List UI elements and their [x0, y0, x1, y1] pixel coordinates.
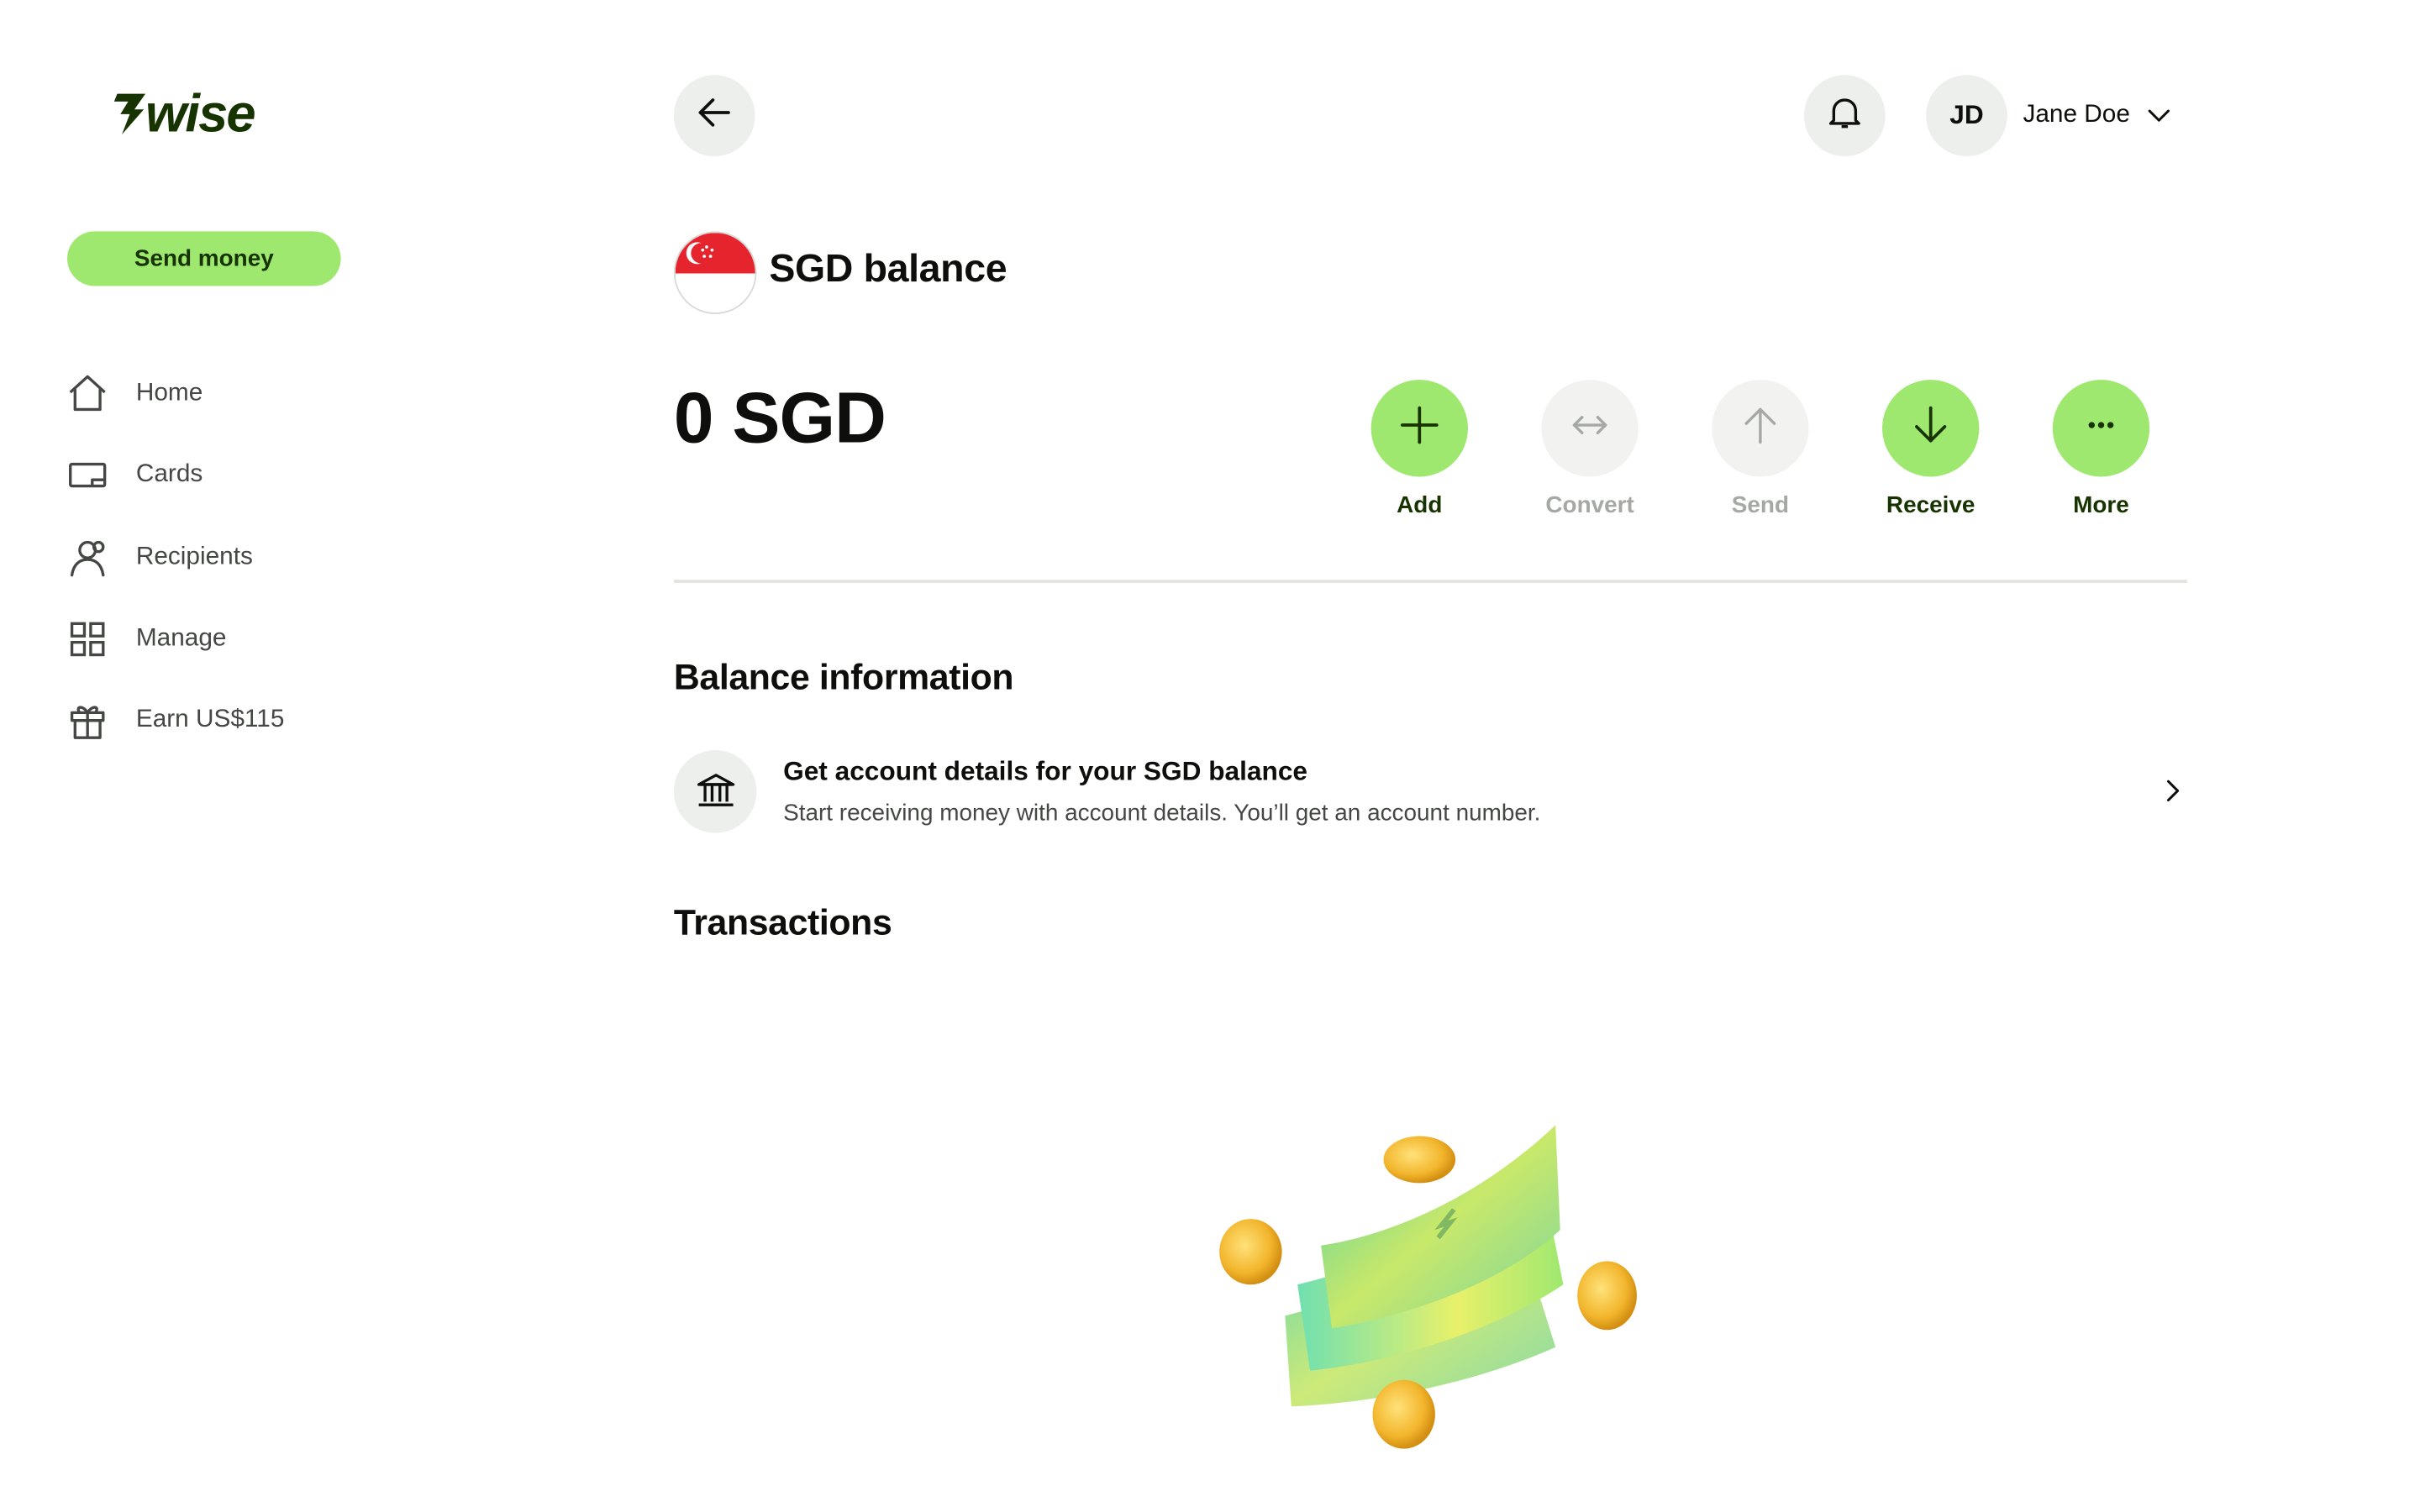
- bank-icon: [673, 749, 757, 832]
- profile-menu[interactable]: JD Jane Doe: [1926, 75, 2170, 157]
- arrow-up-icon: [1739, 402, 1782, 454]
- action-label: More: [2073, 492, 2129, 519]
- balance-actions: Add Convert Send Receive More: [1370, 380, 2150, 519]
- sidebar-item-label: Home: [135, 380, 203, 407]
- action-label: Convert: [1545, 492, 1634, 519]
- sidebar-item-label: Cards: [135, 461, 203, 489]
- sidebar-item-home[interactable]: Home: [67, 363, 380, 425]
- balance-amount: 0 SGD: [673, 376, 886, 459]
- logo-wordmark: wise: [145, 87, 255, 140]
- account-details-subtext: Start receiving money with account detai…: [783, 799, 1541, 827]
- add-button-circle[interactable]: [1370, 380, 1468, 477]
- chevron-down-icon: [2145, 103, 2170, 129]
- send-button-circle[interactable]: [1712, 380, 1809, 477]
- card-icon: [67, 454, 111, 497]
- account-details-row[interactable]: Get account details for your SGD balance…: [673, 748, 2187, 832]
- receive-button-circle[interactable]: [1882, 380, 1980, 477]
- more-icon: [2079, 402, 2123, 454]
- wise-logo[interactable]: wise: [113, 87, 296, 140]
- plus-icon: [1397, 402, 1441, 454]
- action-label: Receive: [1886, 492, 1975, 519]
- more-button[interactable]: More: [2052, 380, 2150, 519]
- sidebar-item-cards[interactable]: Cards: [67, 444, 380, 507]
- convert-icon: [1568, 402, 1612, 454]
- singapore-flag-icon: [673, 231, 757, 314]
- transactions-heading: Transactions: [673, 901, 892, 942]
- back-button[interactable]: [673, 75, 755, 157]
- sidebar-item-manage[interactable]: Manage: [67, 608, 380, 670]
- sidebar-item-label: Earn US$115: [135, 706, 285, 733]
- send-money-button[interactable]: Send money: [67, 231, 341, 286]
- avatar[interactable]: JD: [1926, 75, 2007, 157]
- arrow-down-icon: [1909, 402, 1953, 454]
- recipients-icon: [67, 535, 111, 579]
- money-illustration: [1204, 1113, 1658, 1465]
- sidebar-item-recipients[interactable]: Recipients: [67, 526, 380, 588]
- convert-button-circle[interactable]: [1541, 380, 1639, 477]
- home-icon: [67, 372, 111, 416]
- convert-button[interactable]: Convert: [1541, 380, 1639, 519]
- sidebar-item-earn[interactable]: Earn US$115: [67, 690, 380, 752]
- account-details-text: Get account details for your SGD balance…: [783, 756, 2155, 827]
- bell-icon: [1826, 93, 1864, 139]
- grid-icon: [67, 617, 111, 661]
- sidebar-nav: Home Cards Recipients Manage Earn US$115: [67, 363, 380, 771]
- action-label: Add: [1397, 492, 1443, 519]
- account-details-heading: Get account details for your SGD balance: [783, 755, 1308, 785]
- receive-button[interactable]: Receive: [1882, 380, 1980, 519]
- sidebar-item-label: Manage: [135, 624, 227, 652]
- sidebar-item-label: Recipients: [135, 543, 253, 570]
- app-root: wise Send money Home Cards Recipients Ma…: [0, 0, 2420, 1506]
- divider: [673, 580, 2187, 583]
- send-button[interactable]: Send: [1712, 380, 1809, 519]
- gift-icon: [67, 699, 111, 743]
- notifications-button[interactable]: [1803, 75, 1886, 157]
- page-title: SGD balance: [769, 246, 1007, 291]
- balance-information-heading: Balance information: [673, 656, 1014, 697]
- profile-name: Jane Doe: [2023, 101, 2130, 129]
- action-label: Send: [1731, 492, 1790, 519]
- more-button-circle[interactable]: [2052, 380, 2150, 477]
- add-button[interactable]: Add: [1370, 380, 1468, 519]
- arrow-left-icon: [694, 92, 734, 140]
- chevron-right-icon: [2156, 779, 2191, 804]
